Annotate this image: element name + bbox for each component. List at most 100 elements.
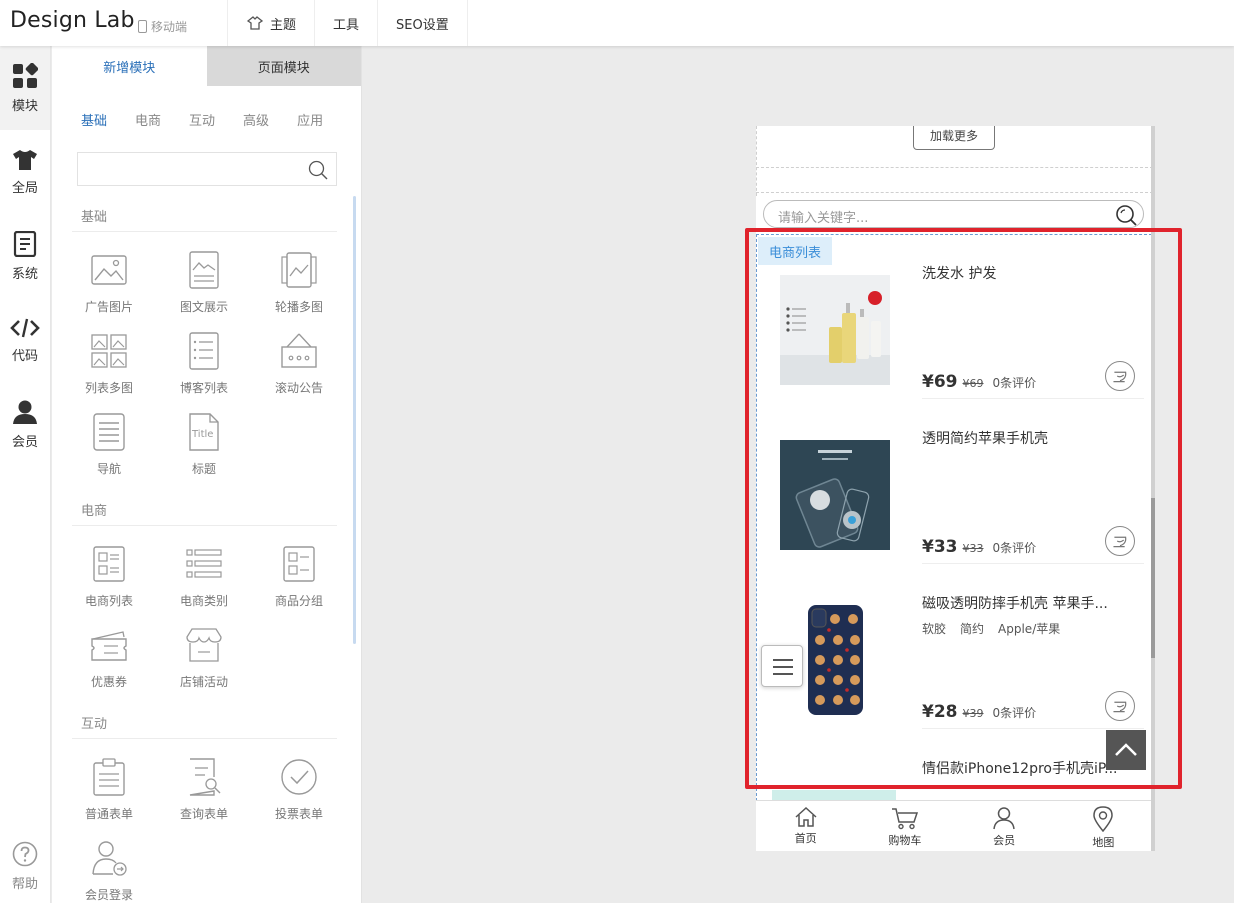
search-icon[interactable] bbox=[1115, 204, 1137, 226]
home-icon bbox=[795, 806, 817, 827]
document-icon bbox=[13, 230, 37, 257]
ecom-list-icon bbox=[93, 546, 125, 582]
panel-scrollbar[interactable] bbox=[353, 196, 356, 644]
module-label: 优惠券 bbox=[90, 675, 127, 689]
bottom-nav: 首页 购物车 会员 地图 bbox=[756, 800, 1153, 851]
topnav-seo-label: SEO设置 bbox=[396, 17, 449, 33]
module-carousel[interactable]: 轮播多图 bbox=[251, 246, 347, 326]
module-ecom-category[interactable]: 电商类别 bbox=[156, 540, 252, 620]
rail-item-member[interactable]: 会员 bbox=[0, 382, 50, 466]
code-icon bbox=[10, 318, 40, 337]
carousel-icon bbox=[281, 252, 317, 288]
bottom-nav-member[interactable]: 会员 bbox=[955, 801, 1054, 851]
theme-icon bbox=[246, 16, 264, 30]
category-tabs: 基础 电商 互动 高级 应用 bbox=[52, 86, 361, 129]
section-title-ecommerce: 电商 bbox=[81, 504, 108, 519]
module-blog-list[interactable]: 博客列表 bbox=[156, 327, 252, 407]
category-advanced[interactable]: 高级 bbox=[243, 110, 269, 129]
rail-item-system[interactable]: 系统 bbox=[0, 214, 50, 298]
module-ad-image[interactable]: 广告图片 bbox=[61, 246, 157, 326]
ecom-category-icon bbox=[186, 549, 222, 578]
rail-item-code[interactable]: 代码 bbox=[0, 298, 50, 382]
category-apps[interactable]: 应用 bbox=[297, 110, 323, 129]
module-image-text[interactable]: 图文展示 bbox=[156, 246, 252, 326]
rail-label: 全局 bbox=[11, 180, 38, 196]
dashed-guide bbox=[756, 192, 1153, 193]
image-text-icon bbox=[189, 251, 219, 289]
module-label: 普通表单 bbox=[84, 807, 133, 821]
coupon-icon bbox=[91, 631, 127, 661]
mobile-device-toggle[interactable]: 移动端 bbox=[138, 18, 187, 35]
module-label: 电商列表 bbox=[84, 594, 133, 608]
image-icon bbox=[91, 255, 127, 285]
shop-icon bbox=[186, 628, 222, 662]
left-icon-rail: 模块 全局 系统 代码 会员 帮助 bbox=[0, 46, 51, 903]
help-icon bbox=[12, 841, 38, 866]
category-basic[interactable]: 基础 bbox=[81, 110, 107, 129]
form-icon bbox=[93, 758, 125, 796]
section-divider bbox=[72, 738, 337, 739]
module-product-group[interactable]: 商品分组 bbox=[251, 540, 347, 620]
section-title-basic: 基础 bbox=[81, 210, 108, 225]
topnav-theme[interactable]: 主题 bbox=[227, 0, 314, 46]
map-pin-icon bbox=[1093, 806, 1114, 832]
bottom-nav-home[interactable]: 首页 bbox=[756, 801, 855, 851]
section-title-interact: 互动 bbox=[81, 717, 108, 732]
module-list-images[interactable]: 列表多图 bbox=[61, 327, 157, 407]
svg-text:Title: Title bbox=[191, 429, 213, 440]
module-search-input[interactable] bbox=[77, 152, 337, 186]
rail-item-modules[interactable]: 模块 bbox=[0, 46, 50, 130]
bottom-nav-label: 首页 bbox=[794, 832, 817, 845]
module-normal-form[interactable]: 普通表单 bbox=[61, 753, 157, 833]
module-label: 博客列表 bbox=[179, 381, 228, 395]
rail-item-global[interactable]: 全局 bbox=[0, 130, 50, 214]
rail-label: 系统 bbox=[11, 266, 38, 282]
top-bar: Design Lab 移动端 主题 工具 SEO设置 bbox=[0, 0, 1234, 46]
module-member-login[interactable]: 会员登录 bbox=[61, 834, 157, 903]
vote-check-icon bbox=[281, 759, 317, 795]
module-label: 轮播多图 bbox=[274, 300, 323, 314]
module-shop-activity[interactable]: 店铺活动 bbox=[156, 621, 252, 701]
product-group-icon bbox=[283, 546, 315, 582]
rail-item-help[interactable]: 帮助 bbox=[0, 831, 50, 901]
bottom-nav-cart[interactable]: 购物车 bbox=[855, 801, 954, 851]
module-coupon[interactable]: 优惠券 bbox=[61, 621, 157, 701]
module-label: 列表多图 bbox=[84, 381, 133, 395]
section-divider bbox=[72, 525, 337, 526]
module-label: 滚动公告 bbox=[274, 381, 323, 395]
module-label: 广告图片 bbox=[84, 300, 133, 314]
preview-search-placeholder: 请输入关键字... bbox=[778, 211, 869, 226]
category-ecommerce[interactable]: 电商 bbox=[135, 110, 161, 129]
category-interact[interactable]: 互动 bbox=[189, 110, 215, 129]
module-query-form[interactable]: 查询表单 bbox=[156, 753, 252, 833]
module-label: 商品分组 bbox=[274, 594, 323, 608]
tab-add-module[interactable]: 新增模块 bbox=[52, 46, 207, 86]
rail-label: 代码 bbox=[11, 348, 38, 364]
preview-search-input[interactable]: 请输入关键字... bbox=[763, 200, 1144, 228]
highlight-annotation-box bbox=[745, 228, 1182, 789]
panel-tabs: 新增模块 页面模块 bbox=[52, 46, 361, 86]
module-ecom-list[interactable]: 电商列表 bbox=[61, 540, 157, 620]
section-divider bbox=[72, 231, 337, 232]
module-vote-form[interactable]: 投票表单 bbox=[251, 753, 347, 833]
bottom-nav-map[interactable]: 地图 bbox=[1054, 801, 1153, 851]
module-label: 查询表单 bbox=[179, 807, 228, 821]
load-more-button[interactable]: 加载更多 bbox=[913, 126, 995, 150]
rail-label: 帮助 bbox=[11, 876, 38, 892]
module-navigation[interactable]: 导航 bbox=[61, 408, 157, 488]
title-icon: Title bbox=[189, 413, 219, 451]
query-form-icon bbox=[189, 758, 221, 796]
blog-list-icon bbox=[189, 332, 219, 370]
shopping-cart-icon bbox=[891, 808, 918, 830]
module-title[interactable]: Title 标题 bbox=[156, 408, 252, 488]
search-icon[interactable] bbox=[308, 160, 328, 180]
topnav-seo[interactable]: SEO设置 bbox=[377, 0, 468, 46]
tab-page-module[interactable]: 页面模块 bbox=[206, 46, 361, 86]
topnav-tools[interactable]: 工具 bbox=[314, 0, 377, 46]
navigation-icon bbox=[93, 413, 125, 451]
module-label: 会员登录 bbox=[84, 888, 133, 902]
module-scroll-notice[interactable]: 滚动公告 bbox=[251, 327, 347, 407]
module-panel: 新增模块 页面模块 基础 电商 互动 高级 应用 基础 广告图片 图文展示 轮播… bbox=[52, 46, 362, 903]
product-image-peek bbox=[772, 790, 896, 800]
module-label: 电商类别 bbox=[179, 594, 228, 608]
